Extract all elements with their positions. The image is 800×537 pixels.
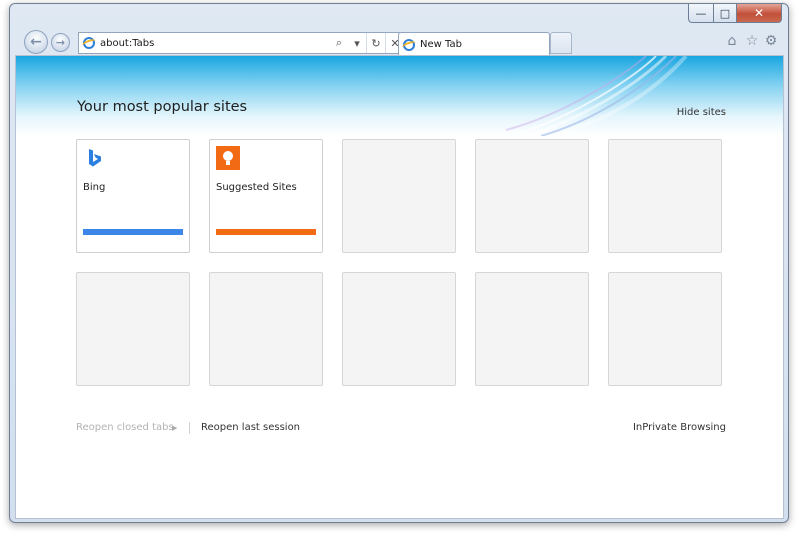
- empty-site-tile[interactable]: [608, 139, 722, 253]
- empty-site-tile[interactable]: [342, 139, 456, 253]
- forward-arrow-icon: →: [55, 36, 66, 49]
- new-tab-button[interactable]: [550, 32, 572, 54]
- empty-site-tile[interactable]: [475, 139, 589, 253]
- page-title: Your most popular sites: [77, 99, 248, 115]
- address-dropdown-icon[interactable]: ▾: [348, 33, 366, 53]
- ie-page-icon: [83, 37, 95, 49]
- refresh-icon[interactable]: ↻: [366, 33, 385, 53]
- home-icon[interactable]: ⌂: [723, 32, 741, 50]
- url-text[interactable]: about:Tabs: [100, 38, 330, 49]
- tab-new-tab[interactable]: New Tab: [398, 32, 550, 56]
- ie-tab-icon: [403, 38, 415, 51]
- favorites-icon[interactable]: ☆: [743, 32, 761, 50]
- footer-divider: [189, 422, 190, 434]
- site-tile-label: Suggested Sites: [216, 182, 297, 193]
- back-arrow-icon: ←: [30, 34, 42, 50]
- empty-site-tile[interactable]: [209, 272, 323, 386]
- site-tile-suggested-sites[interactable]: Suggested Sites: [209, 139, 323, 253]
- suggested-sites-icon: [216, 146, 240, 170]
- site-activity-bar: [83, 229, 183, 235]
- empty-site-tile[interactable]: [76, 272, 190, 386]
- empty-site-tile[interactable]: [342, 272, 456, 386]
- header-banner: [16, 56, 783, 136]
- expand-arrow-icon[interactable]: ▶: [172, 424, 177, 432]
- back-button[interactable]: ←: [24, 30, 48, 54]
- inprivate-browsing-link[interactable]: InPrivate Browsing: [633, 422, 726, 433]
- browser-window: — □ ✕ ← → about:Tabs ⌕ ▾ ↻ ✕ New Tab ⌂ ☆…: [9, 3, 789, 523]
- search-icon[interactable]: ⌕: [330, 33, 348, 53]
- maximize-button[interactable]: □: [714, 4, 737, 23]
- bing-icon: [89, 149, 101, 167]
- forward-button[interactable]: →: [51, 33, 70, 52]
- empty-site-tile[interactable]: [608, 272, 722, 386]
- site-tile-label: Bing: [83, 182, 106, 193]
- address-bar[interactable]: about:Tabs ⌕ ▾ ↻ ✕: [78, 32, 405, 54]
- reopen-closed-tabs-link[interactable]: Reopen closed tabs: [76, 422, 174, 433]
- minimize-button[interactable]: —: [688, 4, 714, 23]
- hide-sites-link[interactable]: Hide sites: [677, 107, 726, 118]
- tools-gear-icon[interactable]: ⚙: [762, 32, 780, 50]
- caption-buttons: — □ ✕: [688, 4, 782, 23]
- site-activity-bar: [216, 229, 316, 235]
- page-content: Your most popular sites Hide sites Bing …: [15, 55, 784, 519]
- tab-title: New Tab: [420, 39, 462, 50]
- reopen-last-session-link[interactable]: Reopen last session: [201, 422, 300, 433]
- site-tile-bing[interactable]: Bing: [76, 139, 190, 253]
- empty-site-tile[interactable]: [475, 272, 589, 386]
- banner-swoosh-graphic: [505, 56, 688, 136]
- close-window-button[interactable]: ✕: [737, 4, 782, 23]
